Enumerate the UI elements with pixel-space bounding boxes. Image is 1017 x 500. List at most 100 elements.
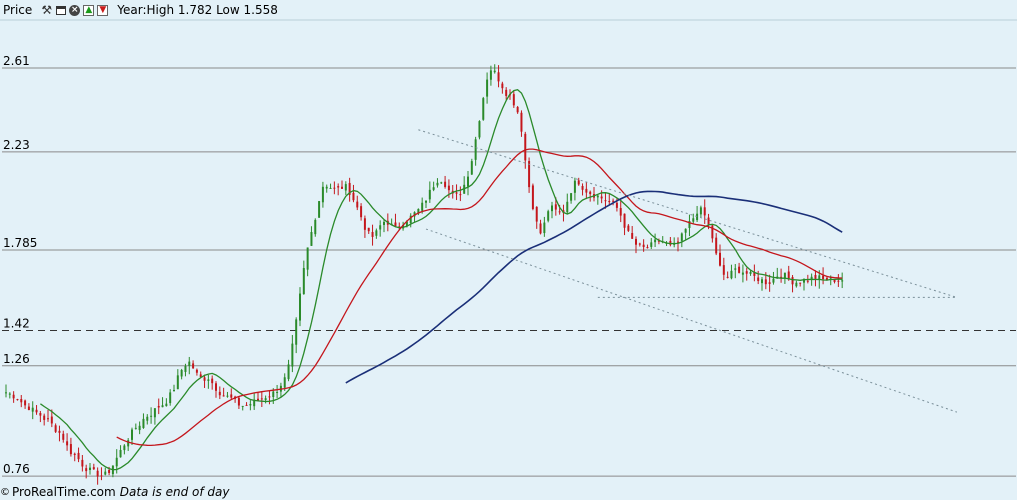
candle-body	[470, 161, 473, 175]
candle-body	[314, 219, 317, 235]
candle-body	[142, 418, 145, 428]
candle-body	[272, 391, 275, 398]
candle-body	[707, 217, 710, 225]
candle-body	[43, 415, 46, 420]
candle-body	[127, 440, 130, 447]
candle-body	[180, 369, 183, 377]
candle-body	[54, 425, 57, 432]
candle-body	[299, 293, 301, 321]
candle-body	[215, 383, 217, 391]
candle-body	[96, 470, 99, 477]
candle-body	[192, 363, 195, 369]
candle-body	[684, 228, 687, 233]
footer-source: ProRealTime.com	[12, 485, 116, 499]
candle-body	[169, 392, 172, 404]
candle-body	[585, 188, 588, 193]
candle-body	[791, 277, 794, 285]
candle-body	[539, 223, 542, 234]
candle-body	[566, 201, 569, 213]
candle-body	[600, 196, 603, 199]
candle-body	[195, 369, 198, 373]
candle-body	[260, 398, 263, 400]
candle-body	[822, 275, 825, 280]
candle-body	[161, 405, 164, 408]
candle-body	[455, 192, 458, 194]
candle-body	[493, 70, 496, 73]
candle-body	[482, 98, 485, 120]
candle-body	[581, 186, 584, 190]
candle-body	[734, 268, 737, 270]
candle-body	[100, 475, 103, 477]
candle-body	[459, 194, 462, 196]
candle-body	[589, 191, 592, 195]
candle-body	[89, 467, 91, 471]
candle-body	[543, 222, 546, 234]
candle-body	[447, 185, 450, 191]
candle-body	[20, 399, 23, 403]
candle-body	[440, 182, 443, 184]
candle-body	[642, 244, 645, 248]
candle-body	[237, 397, 240, 406]
candle-body	[379, 225, 382, 230]
candle-body	[295, 319, 298, 345]
candle-body	[512, 94, 515, 106]
candle-body	[47, 418, 49, 420]
candle-body	[211, 378, 214, 384]
candle-body	[325, 186, 328, 189]
candle-body	[230, 394, 233, 398]
candle-body	[85, 468, 88, 472]
candle-body	[203, 377, 206, 381]
candle-body	[646, 247, 649, 249]
candle-body	[486, 79, 489, 97]
candle-body	[432, 187, 435, 190]
candle-body	[615, 202, 618, 208]
candle-body	[638, 243, 641, 245]
candle-body	[730, 270, 733, 279]
candle-body	[207, 379, 210, 381]
y-tick-label: 0.76	[3, 462, 30, 476]
candle-body	[276, 391, 279, 393]
candle-body	[375, 230, 378, 236]
footer-note: Data is end of day	[119, 485, 230, 499]
candle-body	[333, 187, 336, 189]
candle-body	[497, 72, 500, 82]
candle-body	[268, 396, 271, 398]
candle-body	[245, 404, 248, 406]
copyright-symbol: ©	[0, 486, 10, 498]
candle-body	[715, 237, 718, 254]
candle-body	[680, 233, 683, 241]
candle-body	[612, 200, 615, 202]
candle-body	[631, 233, 634, 239]
candle-body	[806, 280, 809, 282]
candle-body	[635, 238, 637, 245]
candle-body	[176, 375, 179, 390]
candle-body	[165, 403, 168, 407]
trendline-2	[425, 228, 958, 413]
footer: © ProRealTime.com Data is end of day	[0, 485, 229, 499]
candle-body	[501, 83, 504, 89]
candle-body	[184, 366, 187, 372]
candle-body	[570, 193, 573, 201]
candle-body	[119, 449, 122, 458]
candle-body	[799, 282, 802, 284]
candle-body	[619, 208, 622, 216]
moving-average-line-1	[40, 88, 843, 471]
candle-body	[188, 361, 191, 366]
candle-body	[69, 444, 72, 455]
candle-body	[344, 184, 347, 191]
candle-body	[39, 413, 42, 416]
candle-body	[12, 394, 15, 399]
candle-body	[16, 399, 19, 401]
candle-body	[123, 445, 126, 451]
candle-body	[157, 406, 160, 408]
candle-body	[761, 279, 763, 284]
y-tick-label: 1.26	[3, 352, 30, 366]
candle-body	[764, 279, 767, 285]
candle-body	[741, 272, 744, 275]
candle-body	[310, 232, 313, 246]
candle-body	[547, 211, 550, 221]
candle-body	[692, 218, 695, 222]
candle-body	[520, 112, 523, 132]
y-tick-label: 2.61	[3, 54, 30, 68]
price-chart[interactable]: 2.61 2.23 1.785 1.42 1.26 0.76	[0, 0, 1017, 500]
